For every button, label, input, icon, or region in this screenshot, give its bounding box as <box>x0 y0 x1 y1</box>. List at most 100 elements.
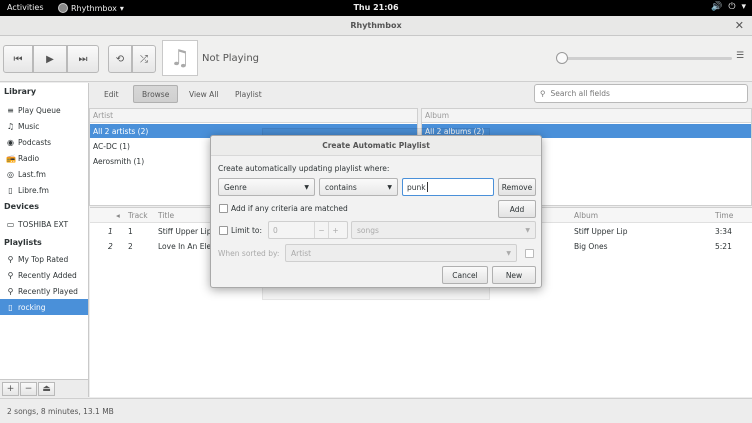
close-window-icon[interactable]: ✕ <box>735 19 744 32</box>
podcast-icon: ◉ <box>7 137 14 147</box>
speaker-icon: ◂ <box>116 208 120 223</box>
sidebar-item-play-queue[interactable]: ≡ Play Queue <box>0 102 88 118</box>
library-header: Library <box>4 87 37 96</box>
volume-slider[interactable] <box>562 57 732 60</box>
edit-button[interactable]: Edit <box>96 85 127 103</box>
eject-icon: ⏏ <box>42 384 51 394</box>
repeat-button[interactable]: ⟲ <box>108 45 132 73</box>
limit-label: Limit to: <box>231 226 263 235</box>
sidebar-item-my-top-rated[interactable]: ⚲ My Top Rated <box>0 251 88 267</box>
dropdown-arrow-icon: ▼ <box>304 184 309 191</box>
skip-back-icon: ⏮ <box>13 53 23 65</box>
now-playing-label: Not Playing <box>202 53 260 64</box>
skip-forward-icon: ⏭ <box>78 53 88 65</box>
music-note-icon: ♫ <box>170 45 190 71</box>
system-tray[interactable]: 🔊 ⏻ ▾ <box>711 2 746 12</box>
plus-icon[interactable]: + <box>328 222 342 238</box>
text-cursor <box>426 182 428 192</box>
gnome-top-bar: Activities Rhythmbox ▾ Thu 21:06 🔊 ⏻ ▾ <box>0 0 752 16</box>
play-button[interactable]: ▶ <box>33 45 67 73</box>
plus-icon: + <box>6 384 15 394</box>
smart-playlist-icon: ⚲ <box>7 254 14 264</box>
add-criteria-button[interactable]: Add <box>498 200 536 218</box>
status-bar: 2 songs, 8 minutes, 13.1 MB <box>0 398 752 423</box>
limit-spinner[interactable]: 0 − + <box>268 221 348 239</box>
lastfm-icon: ◎ <box>7 169 14 179</box>
devices-header: Devices <box>4 202 39 211</box>
smart-playlist-icon: ⚲ <box>7 286 14 296</box>
sidebar-item-recently-played[interactable]: ⚲ Recently Played <box>0 283 88 299</box>
play-icon: ▶ <box>46 53 54 65</box>
sidebar-item-music[interactable]: ♫ Music <box>0 118 88 134</box>
eject-button[interactable]: ⏏ <box>38 382 55 396</box>
window-title: Rhythmbox <box>350 21 402 30</box>
drive-icon: ▭ <box>6 219 15 229</box>
criteria-value-input[interactable]: punk <box>402 178 494 196</box>
minus-icon[interactable]: − <box>314 222 328 238</box>
sidebar-button-bar: + − ⏏ <box>0 379 89 397</box>
dropdown-arrow-icon: ▼ <box>506 250 511 257</box>
album-art: ♫ <box>162 40 198 76</box>
chevron-down-icon: ▾ <box>741 2 746 12</box>
librefm-icon: ▯ <box>8 185 13 195</box>
search-icon: ⚲ <box>540 89 546 98</box>
player-toolbar: ⏮ ▶ ⏭ ⟲ ⤮ ♫ Not Playing ☰ <box>0 36 752 82</box>
sidebar-item-radio[interactable]: 📻 Radio <box>0 150 88 166</box>
sort-by-select[interactable]: Artist ▼ <box>285 244 517 262</box>
dialog-title: Create Automatic Playlist <box>211 136 541 156</box>
playlist-button[interactable]: Playlist <box>227 85 270 103</box>
minus-icon: − <box>24 384 33 394</box>
power-icon: ⏻ <box>728 2 736 12</box>
create-automatic-playlist-dialog: Create Automatic Playlist Create automat… <box>210 135 542 288</box>
artist-column-header[interactable]: Artist <box>90 109 417 123</box>
title-column-header[interactable]: Title <box>158 208 175 223</box>
menu-icon[interactable]: ☰ <box>736 51 744 61</box>
remove-playlist-button[interactable]: − <box>20 382 37 396</box>
search-input[interactable]: ⚲ Search all fields <box>534 84 748 103</box>
smart-playlist-icon: ⚲ <box>7 270 14 280</box>
playlists-header: Playlists <box>4 238 42 247</box>
status-text: 2 songs, 8 minutes, 13.1 MB <box>7 407 114 416</box>
view-all-button[interactable]: View All <box>181 85 226 103</box>
repeat-icon: ⟲ <box>115 53 125 65</box>
track-column-header[interactable]: Track <box>128 208 148 223</box>
playlist-icon: ▯ <box>8 302 13 312</box>
criteria-operator-select[interactable]: contains ▼ <box>319 178 398 196</box>
sidebar-item-podcasts[interactable]: ◉ Podcasts <box>0 134 88 150</box>
sidebar-item-rocking[interactable]: ▯ rocking <box>0 299 88 315</box>
next-track-button[interactable]: ⏭ <box>67 45 99 73</box>
dropdown-arrow-icon: ▼ <box>525 227 530 234</box>
previous-track-button[interactable]: ⏮ <box>3 45 33 73</box>
dropdown-arrow-icon: ▼ <box>387 184 392 191</box>
album-column-header[interactable]: Album <box>422 109 751 123</box>
dialog-prompt: Create automatically updating playlist w… <box>218 164 390 173</box>
sidebar-item-librefm[interactable]: ▯ Libre.fm <box>0 182 88 198</box>
browse-button[interactable]: Browse <box>133 85 179 103</box>
queue-icon: ≡ <box>7 105 14 115</box>
search-placeholder: Search all fields <box>550 89 610 98</box>
any-criteria-label: Add if any criteria are matched <box>231 204 348 213</box>
radio-icon: 📻 <box>6 153 16 163</box>
shuffle-button[interactable]: ⤮ <box>132 45 156 73</box>
remove-criteria-button[interactable]: Remove <box>498 178 536 196</box>
album-column-header[interactable]: Album <box>574 208 599 223</box>
window-titlebar: Rhythmbox ✕ <box>0 16 752 36</box>
add-playlist-button[interactable]: + <box>2 382 19 396</box>
sidebar-item-recently-added[interactable]: ⚲ Recently Added <box>0 267 88 283</box>
sort-reverse-checkbox[interactable] <box>525 249 534 258</box>
limit-unit-select[interactable]: songs ▼ <box>351 221 536 239</box>
music-note-icon: ♫ <box>6 121 15 131</box>
cancel-button[interactable]: Cancel <box>442 266 488 284</box>
sidebar-item-lastfm[interactable]: ◎ Last.fm <box>0 166 88 182</box>
sidebar-item-toshiba-ext[interactable]: ▭ TOSHIBA EXT <box>0 216 88 232</box>
clock[interactable]: Thu 21:06 <box>0 3 752 12</box>
any-criteria-checkbox[interactable] <box>219 204 228 213</box>
limit-checkbox[interactable] <box>219 226 228 235</box>
new-playlist-button[interactable]: New <box>492 266 536 284</box>
time-column-header[interactable]: Time <box>715 208 734 223</box>
criteria-field-select[interactable]: Genre ▼ <box>218 178 315 196</box>
volume-slider-handle[interactable] <box>556 52 568 64</box>
volume-icon: 🔊 <box>711 2 723 12</box>
shuffle-icon: ⤮ <box>140 53 148 65</box>
source-sidebar: Library ≡ Play Queue ♫ Music ◉ Podcasts 📻 Ra… <box>0 83 89 379</box>
